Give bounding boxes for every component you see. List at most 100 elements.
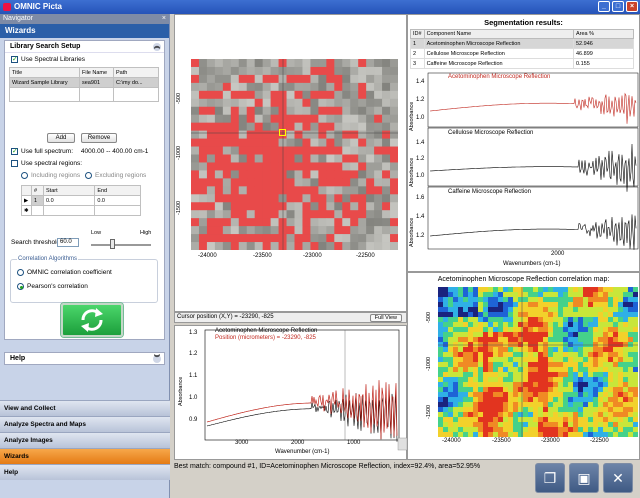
map-x-tick: -22500 bbox=[590, 438, 609, 444]
use-full-spectrum-checkbox[interactable]: Use full spectrum: 4000.00 -- 400.00 cm-… bbox=[11, 147, 149, 156]
map-x-tick: -23000 bbox=[541, 438, 560, 444]
copy-report-button[interactable]: ❐ bbox=[535, 463, 565, 493]
help-panel-header[interactable]: Help ︾ bbox=[4, 352, 165, 365]
navigator-pane: Navigator × Wizards Library Search Setup… bbox=[0, 14, 170, 498]
minimize-button[interactable]: _ bbox=[598, 1, 610, 12]
correlation-map-pane: Acetominophen Microscope Reflection corr… bbox=[407, 272, 640, 460]
threshold-slider-thumb[interactable] bbox=[110, 239, 115, 249]
save-button[interactable]: ▣ bbox=[569, 463, 599, 493]
component-y-label: Absorbance bbox=[409, 157, 415, 187]
radio-icon[interactable] bbox=[21, 172, 28, 179]
component-y-tick: 1.4 bbox=[416, 214, 425, 220]
nav-wizards[interactable]: Wizards bbox=[0, 448, 170, 464]
library-search-setup-header[interactable]: Library Search Setup ︽ bbox=[5, 41, 164, 53]
seg-col-id[interactable]: ID# bbox=[410, 29, 425, 39]
row-pointer-icon: ▶ bbox=[21, 195, 32, 206]
seg-col-name[interactable]: Component Name bbox=[423, 29, 575, 39]
new-row[interactable]: ✱ bbox=[21, 205, 141, 216]
component-y-label: Absorbance bbox=[409, 101, 415, 131]
nav-analyze-spectra-and-maps[interactable]: Analyze Spectra and Maps bbox=[0, 416, 170, 432]
radio-selected-icon[interactable] bbox=[17, 283, 24, 290]
image-y-tick: -1000 bbox=[176, 145, 182, 160]
run-search-button[interactable] bbox=[61, 303, 123, 337]
use-spectral-regions-checkbox[interactable]: Use spectral regions: bbox=[11, 160, 82, 167]
library-col-path[interactable]: Path bbox=[113, 67, 159, 78]
spectrum-plot-frame bbox=[204, 329, 400, 441]
table-row[interactable]: 3 Caffeine Microscope Reflection 0.155 bbox=[410, 58, 634, 69]
seg-col-area[interactable]: Area % bbox=[573, 29, 634, 39]
close-window-button[interactable]: × bbox=[626, 1, 638, 12]
component-x-label: Wavenumbers (cm-1) bbox=[503, 261, 561, 267]
table-row[interactable]: 1 Acetominophen Microscope Reflection 52… bbox=[410, 38, 634, 49]
checkbox-unchecked-icon[interactable] bbox=[11, 160, 18, 167]
table-row[interactable]: ▶ 1 0.0 0.0 bbox=[21, 195, 141, 206]
spectrum-scroll-arrow bbox=[397, 437, 408, 451]
copy-icon: ❐ bbox=[543, 470, 557, 486]
component-y-tick: 1.4 bbox=[416, 140, 425, 146]
component-y-tick: 1.0 bbox=[416, 173, 425, 179]
checkbox-checked-icon[interactable] bbox=[11, 147, 18, 155]
status-bar: Best match: compound #1, ID=Acetominophe… bbox=[170, 460, 530, 498]
radio-icon[interactable] bbox=[85, 172, 92, 179]
library-col-filename[interactable]: File Name bbox=[79, 67, 114, 78]
nav-view-and-collect[interactable]: View and Collect bbox=[0, 400, 170, 416]
full-view-button[interactable]: Full View bbox=[369, 314, 402, 322]
table-row[interactable]: Wizard Sample Library sea901 C:\my do... bbox=[9, 77, 159, 88]
component-y-label: Absorbance bbox=[409, 217, 415, 247]
component-spectra-plot[interactable] bbox=[408, 71, 640, 271]
segmentation-table: ID# Component Name Area % 1 Acetominophe… bbox=[410, 29, 634, 69]
use-spectral-libraries-checkbox[interactable]: Use Spectral Libraries bbox=[11, 55, 85, 63]
spectrum-x-tick: 2000 bbox=[291, 440, 305, 446]
regions-col-end[interactable]: End bbox=[94, 185, 141, 196]
nav-help[interactable]: Help bbox=[0, 464, 170, 480]
checkbox-checked-icon[interactable] bbox=[11, 55, 18, 63]
threshold-slider-track[interactable] bbox=[91, 244, 151, 246]
search-threshold-label: Search threshold: bbox=[11, 239, 62, 246]
search-threshold-input[interactable]: 60.0 bbox=[57, 238, 79, 247]
including-regions-radio[interactable]: Including regions bbox=[21, 172, 80, 179]
map-x-tick: -24000 bbox=[442, 438, 461, 444]
correlation-algorithms-title: Correlation Algorithms bbox=[17, 256, 79, 262]
component-label-2: Cellulose Microscope Reflection bbox=[448, 130, 534, 136]
segmentation-image[interactable] bbox=[191, 59, 398, 250]
cursor-marker[interactable] bbox=[279, 129, 286, 136]
spectrum-y-tick: 1.3 bbox=[189, 330, 198, 336]
component-plot-frame-2 bbox=[427, 127, 639, 187]
maximize-button[interactable]: □ bbox=[612, 1, 624, 12]
library-col-title[interactable]: Title bbox=[9, 67, 80, 78]
image-y-tick: -500 bbox=[176, 92, 182, 104]
close-wizard-button[interactable]: ✕ bbox=[603, 463, 633, 493]
omnic-correlation-radio[interactable]: OMNIC correlation coefficient bbox=[17, 269, 112, 276]
component-y-tick: 1.2 bbox=[416, 233, 425, 239]
add-button[interactable]: Add bbox=[47, 133, 75, 143]
navigator-label: Navigator bbox=[3, 15, 33, 22]
spectrum-x-tick: 3000 bbox=[235, 440, 249, 446]
nav-analyze-images[interactable]: Analyze Images bbox=[0, 432, 170, 448]
expand-chevron-icon[interactable]: ︾ bbox=[153, 355, 161, 363]
component-y-tick: 1.2 bbox=[416, 97, 425, 103]
correlation-map-title: Acetominophen Microscope Reflection corr… bbox=[437, 276, 610, 283]
cursor-position-bar: Cursor position (X,Y) = -23290, -825 Ful… bbox=[174, 312, 407, 323]
full-spectrum-range: 4000.00 -- 400.00 cm-1 bbox=[80, 148, 149, 156]
excluding-regions-radio[interactable]: Excluding regions bbox=[85, 172, 146, 179]
component-y-tick: 1.0 bbox=[416, 115, 425, 121]
regions-col-start[interactable]: Start bbox=[42, 185, 96, 196]
pearson-correlation-radio[interactable]: Pearson's correlation bbox=[17, 283, 88, 290]
correlation-heatmap[interactable] bbox=[438, 287, 638, 437]
refresh-arrows-icon bbox=[81, 308, 103, 332]
segmentation-overlay bbox=[191, 59, 398, 250]
table-row[interactable]: 2 Cellulose Microscope Reflection 46.899 bbox=[410, 48, 634, 59]
spectrum-y-tick: 1.2 bbox=[189, 351, 198, 357]
cursor-position-text: Cursor position (X,Y) = -23290, -825 bbox=[177, 314, 274, 320]
save-icon: ▣ bbox=[577, 470, 591, 486]
library-table: Title File Name Path Wizard Sample Libra… bbox=[9, 67, 159, 102]
remove-button[interactable]: Remove bbox=[81, 133, 117, 143]
app-logo-icon bbox=[3, 3, 11, 11]
radio-icon[interactable] bbox=[17, 269, 24, 276]
image-x-tick: -24000 bbox=[198, 253, 217, 259]
collapse-chevron-icon[interactable]: ︽ bbox=[153, 43, 161, 51]
navigator-close-icon[interactable]: × bbox=[162, 14, 166, 24]
regions-col-index[interactable]: # bbox=[31, 185, 44, 196]
regions-table: # Start End ▶ 1 0.0 0.0 ✱ bbox=[21, 185, 141, 216]
wizards-header: Wizards bbox=[0, 24, 169, 38]
